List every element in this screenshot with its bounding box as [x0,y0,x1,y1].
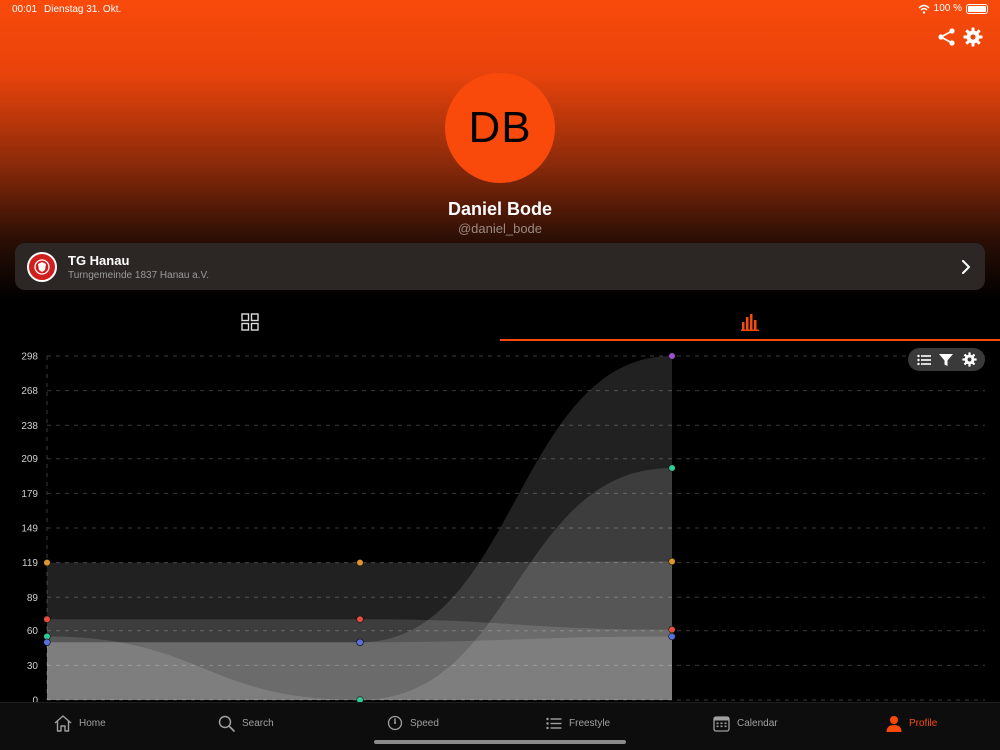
grid-icon [241,313,259,331]
y-tick-label: 268 [21,386,38,397]
stopwatch-icon [387,715,403,731]
home-indicator[interactable] [374,740,626,744]
bar-chart-icon [741,314,759,331]
profile-handle: @daniel_bode [457,221,543,236]
progress-chart: 298 268 238 209 179 149 119 89 60 30 0 [0,342,1000,704]
home-icon [54,714,72,732]
data-point [356,559,364,567]
y-tick-label: 298 [21,352,38,363]
battery-icon [966,3,988,14]
search-icon [218,715,235,732]
data-point [43,559,51,567]
share-icon [938,28,955,46]
tab-grid[interactable] [0,307,500,341]
gear-icon [963,27,983,47]
top-actions [936,26,984,48]
person-icon [886,715,902,732]
wifi-icon [918,4,930,14]
chevron-right-icon [962,259,970,274]
filter-icon[interactable] [939,353,953,367]
club-card[interactable]: TG Hanau Turngemeinde 1837 Hanau a.V. [15,243,985,290]
nav-search-label: Search [242,717,274,729]
list-icon [546,717,562,729]
club-name: TG Hanau [68,252,130,268]
data-point [668,632,676,641]
nav-profile[interactable]: Profile [886,713,937,733]
list-icon[interactable] [916,354,931,366]
status-indicators: 100 % [918,3,988,14]
data-point [668,625,676,634]
club-logo [27,251,57,282]
data-point [668,352,676,360]
nav-calendar-label: Calendar [737,717,778,729]
data-point [356,638,364,646]
nav-freestyle-label: Freestyle [569,717,611,729]
y-tick-label: 238 [21,421,38,432]
nav-home[interactable]: Home [54,713,106,733]
profile-tabs [0,307,1000,341]
series-area [47,636,672,700]
tab-chart[interactable] [500,307,1000,341]
status-date: Dienstag 31. Okt. [44,4,122,15]
chart-toolbar [908,348,985,371]
calendar-icon [713,715,730,732]
y-tick-label: 60 [27,626,39,637]
nav-profile-label: Profile [909,717,938,729]
club-crest-icon [34,258,50,275]
data-point [43,615,51,623]
nav-speed[interactable]: Speed [387,713,439,733]
gear-icon[interactable] [961,352,977,367]
chart-canvas: 2982682382091791491198960300 [21,352,985,704]
y-tick-label: 209 [21,454,38,465]
y-tick-label: 149 [21,524,38,535]
y-tick-label: 179 [21,489,38,500]
nav-home-label: Home [79,717,106,729]
data-point [43,638,51,646]
data-point [668,557,676,566]
profile-name: Daniel Bode [447,199,553,219]
data-point [356,615,364,623]
y-tick-label: 119 [22,558,38,569]
club-info: TG Hanau Turngemeinde 1837 Hanau a.V. [68,253,961,281]
y-tick-label: 30 [27,661,39,672]
club-subtitle: Turngemeinde 1837 Hanau a.V. [68,269,210,281]
settings-button[interactable] [962,26,984,48]
data-point [668,464,676,472]
nav-speed-label: Speed [410,717,439,729]
nav-calendar[interactable]: Calendar [713,713,778,733]
status-bar: 00:01 Dienstag 31. Okt. 100 % [0,0,1000,18]
nav-freestyle[interactable]: Freestyle [546,713,610,733]
nav-search[interactable]: Search [218,713,274,733]
avatar[interactable]: DB [445,73,555,183]
battery-percentage: 100 % [933,3,962,14]
y-tick-label: 89 [27,593,39,604]
share-button[interactable] [936,26,958,48]
status-time: 00:01 [12,4,38,15]
